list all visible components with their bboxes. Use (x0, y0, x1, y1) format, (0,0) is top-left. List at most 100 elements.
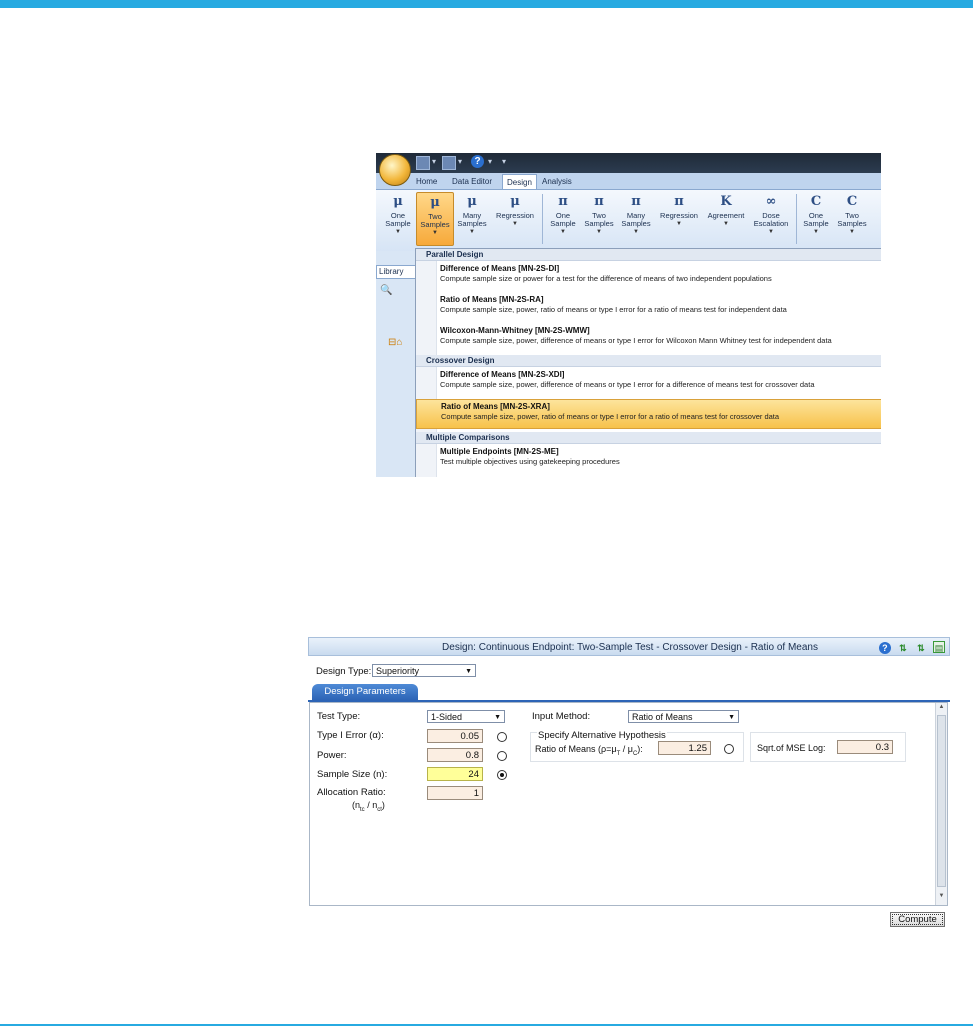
ratio-of-means-radio[interactable] (724, 744, 734, 754)
allocation-ratio-sublabel: (ntc / nct) (352, 800, 385, 813)
type1-error-label: Type I Error (α): (317, 730, 384, 741)
tab-home[interactable]: Home (412, 174, 441, 189)
power-label: Power: (317, 750, 347, 761)
type1-error-field[interactable]: 0.05 (427, 729, 483, 743)
sample-size-radio[interactable] (497, 770, 507, 780)
tab-design[interactable]: Design (502, 174, 537, 190)
help-icon[interactable]: ? (878, 642, 891, 654)
chevron-down-icon: ▼ (494, 714, 501, 721)
design-type-select[interactable]: Superiority ▼ (372, 664, 476, 677)
application-orb-icon[interactable] (379, 154, 411, 186)
allocation-ratio-field[interactable]: 1 (427, 786, 483, 800)
regression-means-button[interactable]: μ Regression ▼ (492, 192, 538, 244)
chevron-down-icon: ▼ (512, 221, 518, 227)
ribbon-tabs: Home Data Editor Design Analysis (376, 173, 881, 190)
group-separator (542, 194, 543, 244)
menu-header-multiple: Multiple Comparisons (416, 432, 881, 444)
chevron-down-icon[interactable]: ▾ (432, 157, 436, 166)
chevron-down-icon[interactable]: ▾ (458, 157, 462, 166)
one-sample-count-button[interactable]: C One Sample ▼ (799, 192, 833, 244)
tab-library[interactable]: Library (376, 265, 418, 279)
scroll-down-icon[interactable]: ▼ (936, 893, 947, 899)
sort-up-icon[interactable]: ⇅ (897, 642, 909, 654)
pi-icon: π (558, 194, 568, 209)
tab-data-editor[interactable]: Data Editor (448, 174, 496, 189)
power-radio[interactable] (497, 751, 507, 761)
chevron-down-icon[interactable]: ▾ (488, 157, 492, 166)
help-icon[interactable]: ? (471, 155, 484, 168)
specify-alt-label: Specify Alternative Hypothesis (537, 730, 667, 741)
menu-item-mn-2s-ra[interactable]: Ratio of Means [MN-2S-RA] Compute sample… (416, 295, 881, 314)
library-pane: Library 🔍 ⊟⌂ (376, 251, 418, 477)
alternative-hypothesis-group: Specify Alternative Hypothesis Ratio of … (530, 730, 744, 762)
sample-size-field[interactable]: 24 (427, 767, 483, 781)
regression-proportions-button[interactable]: π Regression ▼ (656, 192, 702, 244)
chevron-down-icon: ▼ (723, 221, 729, 227)
design-type-label: Design Type: (316, 666, 372, 677)
test-type-label: Test Type: (317, 711, 361, 722)
count-icon: C (810, 194, 822, 209)
chevron-down-icon: ▼ (596, 229, 602, 235)
scroll-up-icon[interactable]: ▲ (936, 704, 947, 710)
one-sample-proportions-button[interactable]: π One Sample ▼ (546, 192, 580, 244)
dialog-title: Design: Continuous Endpoint: Two-Sample … (442, 642, 818, 653)
chevron-down-icon: ▼ (469, 229, 475, 235)
sqrt-mse-group: Sqrt.of MSE Log: 0.3 (750, 732, 906, 762)
test-type-select[interactable]: 1-Sided ▼ (427, 710, 505, 723)
vertical-scrollbar[interactable]: ▲ ▼ (935, 703, 947, 905)
two-samples-means-button[interactable]: μ Two Samples ▼ (416, 192, 454, 246)
ratio-of-means-label: Ratio of Means (ρ=μT / μC): (535, 744, 643, 757)
ratio-of-means-field[interactable]: 1.25 (658, 741, 711, 755)
input-method-label: Input Method: (532, 711, 591, 722)
compute-button[interactable]: Compute (890, 912, 945, 927)
sample-size-label: Sample Size (n): (317, 769, 388, 780)
grid-icon[interactable] (416, 156, 430, 170)
pi-icon: π (674, 194, 684, 209)
type1-error-radio[interactable] (497, 732, 507, 742)
menu-item-mn-2s-xdi[interactable]: Difference of Means [MN-2S-XDI] Compute … (416, 370, 881, 389)
home-icon[interactable]: ⊟⌂ (388, 337, 402, 348)
chevron-down-icon: ▼ (395, 229, 401, 235)
chevron-down-icon: ▼ (465, 668, 472, 675)
two-samples-count-button[interactable]: C Two Samples ▼ (834, 192, 870, 244)
menu-item-mn-2s-wmw[interactable]: Wilcoxon-Mann-Whitney [MN-2S-WMW] Comput… (416, 326, 881, 345)
customize-icon[interactable]: ▾ (502, 157, 506, 166)
pi-icon: π (631, 194, 641, 209)
chevron-down-icon: ▼ (432, 230, 438, 236)
many-samples-proportions-button[interactable]: π Many Samples ▼ (618, 192, 654, 244)
export-icon[interactable]: ▤ (933, 641, 945, 653)
chevron-down-icon: ▼ (633, 229, 639, 235)
dose-escalation-icon: ∞ (765, 194, 777, 209)
mu-icon: μ (467, 194, 477, 209)
search-icon[interactable]: 🔍 (380, 285, 392, 296)
tab-design-parameters[interactable]: Design Parameters (312, 684, 418, 700)
scrollbar-thumb[interactable] (937, 715, 946, 887)
sqrt-mse-label: Sqrt.of MSE Log: (757, 743, 826, 753)
one-sample-means-button[interactable]: μ One Sample ▼ (380, 192, 416, 244)
ribbon-screenshot: ▾ ▾ ? ▾ ▾ Home Data Editor Design Analys… (376, 153, 881, 477)
titlebar-icons: ? ⇅ ⇅ ▤ (876, 641, 945, 654)
design-dialog: Design: Continuous Endpoint: Two-Sample … (308, 637, 950, 929)
bottom-accent-line (0, 1024, 973, 1026)
dialog-titlebar: Design: Continuous Endpoint: Two-Sample … (308, 637, 950, 656)
chevron-down-icon: ▼ (676, 221, 682, 227)
quick-access-toolbar: ▾ ▾ ? ▾ ▾ (376, 153, 881, 173)
input-method-select[interactable]: Ratio of Means ▼ (628, 710, 739, 723)
menu-item-mn-2s-xra[interactable]: Ratio of Means [MN-2S-XRA] Compute sampl… (416, 399, 881, 429)
pi-icon: π (594, 194, 604, 209)
save-icon[interactable] (442, 156, 456, 170)
sqrt-mse-field[interactable]: 0.3 (837, 740, 893, 754)
top-accent-bar (0, 0, 973, 8)
chevron-down-icon: ▼ (768, 229, 774, 235)
tab-analysis[interactable]: Analysis (538, 174, 576, 189)
sort-down-icon[interactable]: ⇅ (915, 642, 927, 654)
two-samples-proportions-button[interactable]: π Two Samples ▼ (581, 192, 617, 244)
power-field[interactable]: 0.8 (427, 748, 483, 762)
agreement-button[interactable]: K Agreement ▼ (704, 192, 748, 244)
dose-escalation-button[interactable]: ∞ Dose Escalation ▼ (750, 192, 792, 244)
many-samples-means-button[interactable]: μ Many Samples ▼ (454, 192, 490, 244)
mu-icon: μ (393, 194, 403, 209)
menu-item-mn-2s-di[interactable]: Difference of Means [MN-2S-DI] Compute s… (416, 264, 881, 283)
two-samples-dropdown-menu: Parallel Design Difference of Means [MN-… (415, 248, 881, 477)
menu-item-mn-2s-me[interactable]: Multiple Endpoints [MN-2S-ME] Test multi… (416, 447, 881, 466)
